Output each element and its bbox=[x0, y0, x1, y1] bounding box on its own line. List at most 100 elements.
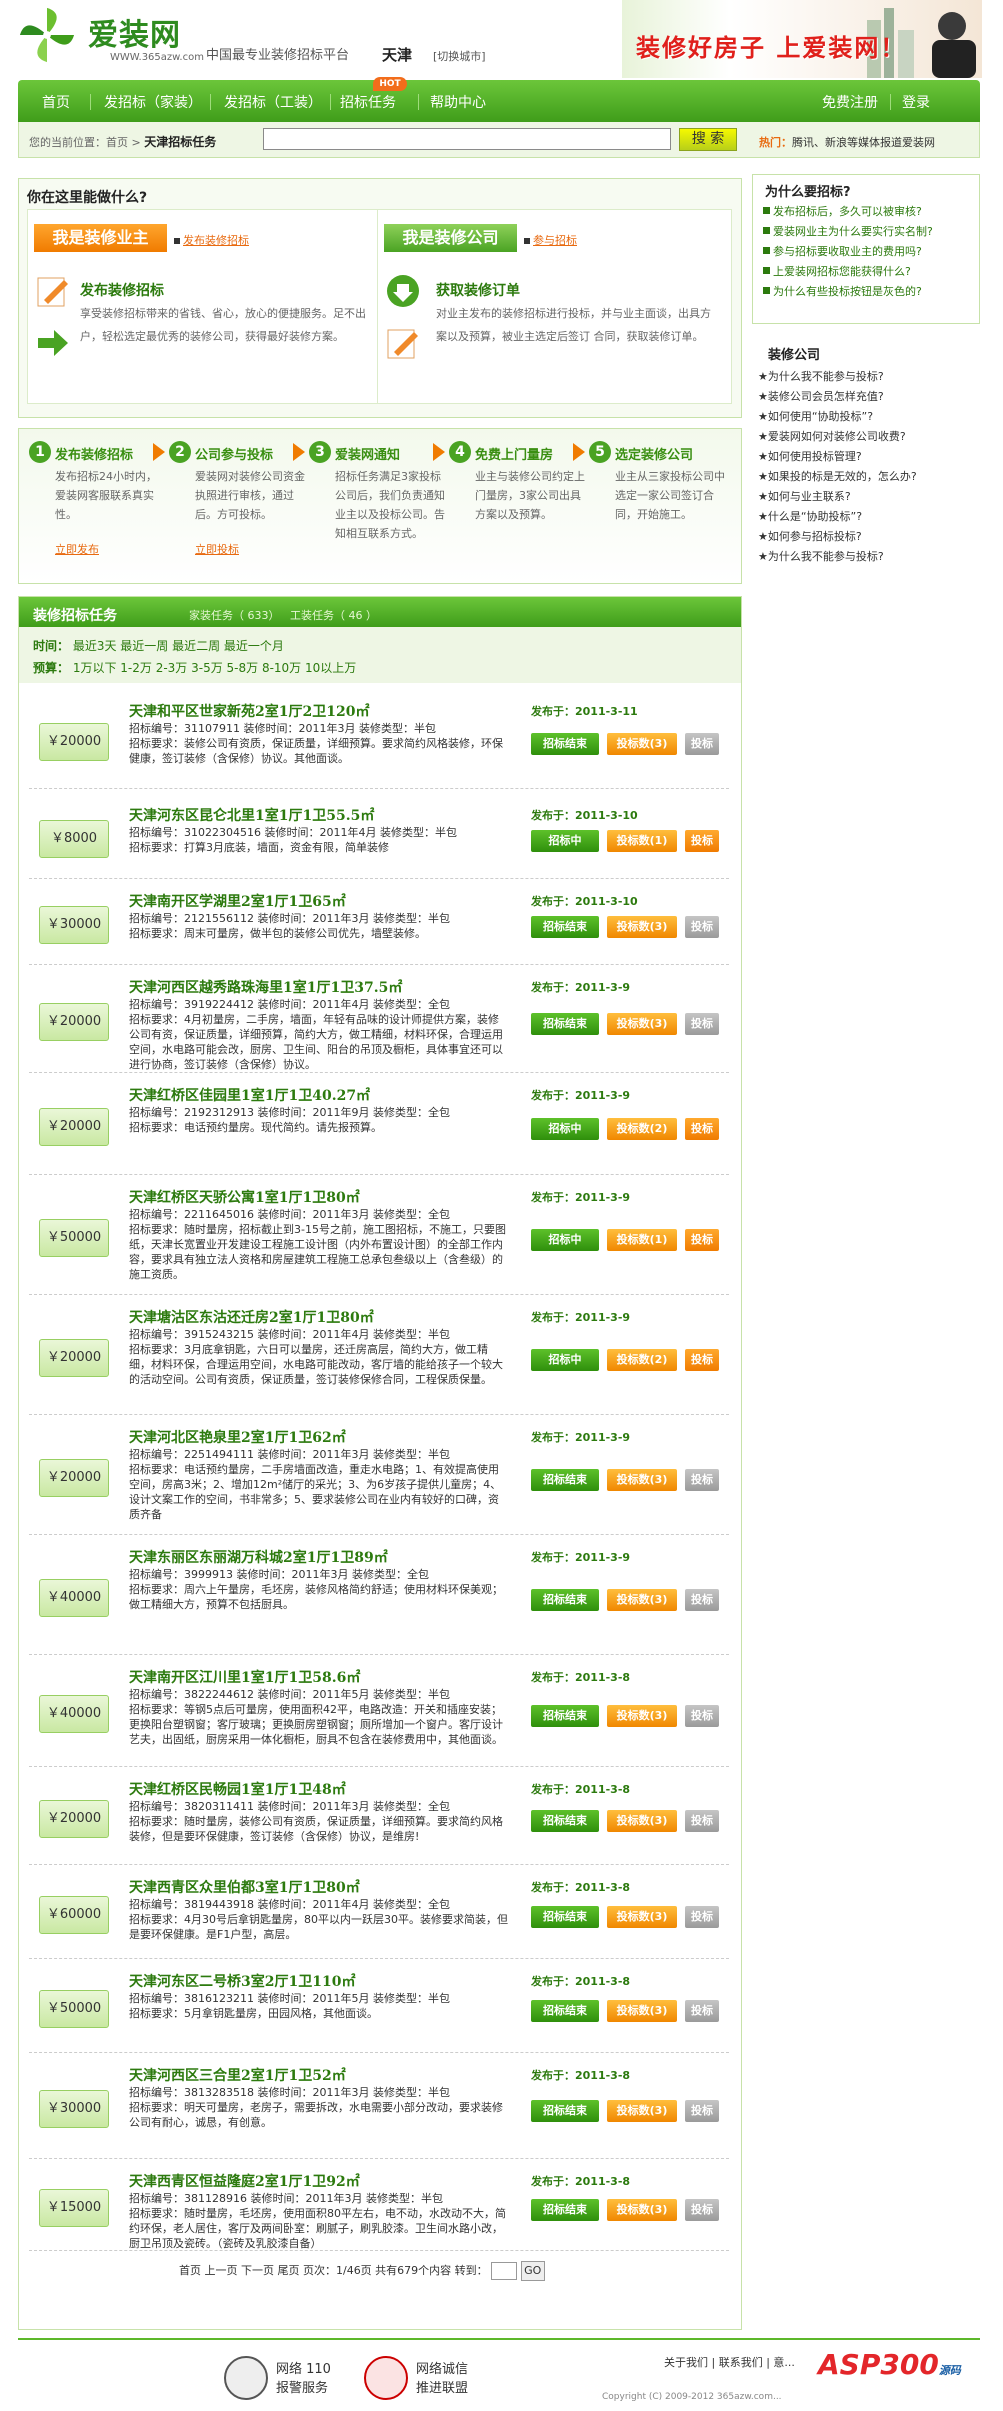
bid-button[interactable]: 投标 bbox=[685, 1589, 719, 1611]
time-filter[interactable]: 时间： 最近3天 最近一周 最近二周 最近一个月 bbox=[33, 637, 284, 654]
tab-home-tasks[interactable]: 家装任务（ 633） bbox=[189, 609, 280, 622]
task-title-link[interactable]: 天津红桥区佳园里1室1厅1卫40.27㎡ bbox=[129, 1085, 370, 1105]
page-go-button[interactable]: GO bbox=[520, 2261, 545, 2281]
bid-button[interactable]: 投标 bbox=[685, 733, 719, 755]
tender-status-button[interactable]: 招标结束 bbox=[531, 1589, 599, 1611]
owner-item-title[interactable]: 发布装修招标 bbox=[80, 280, 164, 300]
bid-button[interactable]: 投标 bbox=[685, 2199, 719, 2221]
task-title-link[interactable]: 天津西青区众里伯都3室1厅1卫80㎡ bbox=[129, 1877, 360, 1897]
bid-count-button[interactable]: 投标数(3) bbox=[607, 1810, 677, 1832]
hot-news[interactable]: 热门：腾讯、新浪等媒体报道爱装网 bbox=[759, 134, 935, 150]
budget-filter[interactable]: 预算： 1万以下 1-2万 2-3万 3-5万 5-8万 8-10万 10以上万 bbox=[33, 659, 356, 676]
bid-now-link[interactable]: 立即投标 bbox=[195, 541, 239, 557]
tender-status-button[interactable]: 招标结束 bbox=[531, 1469, 599, 1491]
bid-count-button[interactable]: 投标数(3) bbox=[607, 733, 677, 755]
company-item-title[interactable]: 获取装修订单 bbox=[436, 280, 520, 300]
bid-button[interactable]: 投标 bbox=[685, 830, 719, 852]
bid-button[interactable]: 投标 bbox=[685, 1705, 719, 1727]
bid-count-button[interactable]: 投标数(1) bbox=[607, 830, 677, 852]
bid-button[interactable]: 投标 bbox=[685, 2100, 719, 2122]
bid-button[interactable]: 投标 bbox=[685, 1349, 719, 1371]
tender-status-button[interactable]: 招标结束 bbox=[531, 2100, 599, 2122]
join-tender-link[interactable]: 参与招标 bbox=[524, 232, 577, 248]
task-title-link[interactable]: 天津红桥区民畅园1室1厅1卫48㎡ bbox=[129, 1779, 346, 1799]
faq-owner-item[interactable]: 参与招标要收取业主的费用吗? bbox=[763, 243, 933, 263]
bid-count-button[interactable]: 投标数(2) bbox=[607, 1349, 677, 1371]
bid-count-button[interactable]: 投标数(3) bbox=[607, 916, 677, 938]
tender-status-button[interactable]: 招标中 bbox=[531, 1229, 599, 1251]
nav-tender-tasks[interactable]: 招标任务 bbox=[340, 92, 396, 112]
search-input[interactable] bbox=[263, 128, 671, 150]
task-title-link[interactable]: 天津河北区艳泉里2室1厅1卫62㎡ bbox=[129, 1427, 346, 1447]
task-title-link[interactable]: 天津河东区二号桥3室2厅1卫110㎡ bbox=[129, 1971, 355, 1991]
faq-company-item[interactable]: ★什么是“协助投标”? bbox=[758, 508, 917, 528]
nav-home[interactable]: 首页 bbox=[42, 92, 70, 112]
bid-button[interactable]: 投标 bbox=[685, 1013, 719, 1035]
faq-owner-item[interactable]: 爱装网业主为什么要实行实名制? bbox=[763, 223, 933, 243]
faq-company-item[interactable]: ★爱装网如何对装修公司收费? bbox=[758, 428, 917, 448]
bid-button[interactable]: 投标 bbox=[685, 1906, 719, 1928]
faq-company-item[interactable]: ★如何参与招标投标? bbox=[758, 528, 917, 548]
tender-status-button[interactable]: 招标结束 bbox=[531, 733, 599, 755]
bid-button[interactable]: 投标 bbox=[685, 916, 719, 938]
faq-company-item[interactable]: ★为什么我不能参与投标? bbox=[758, 548, 917, 568]
faq-company-item[interactable]: ★如果投的标是无效的，怎么办? bbox=[758, 468, 917, 488]
faq-company-item[interactable]: ★如何与业主联系? bbox=[758, 488, 917, 508]
post-tender-link[interactable]: 发布装修招标 bbox=[174, 232, 249, 248]
bid-count-button[interactable]: 投标数(3) bbox=[607, 1705, 677, 1727]
task-title-link[interactable]: 天津河西区三合里2室1厅1卫52㎡ bbox=[129, 2065, 346, 2085]
nav-post-home-tender[interactable]: 发招标（家装） bbox=[104, 92, 202, 112]
tender-status-button[interactable]: 招标中 bbox=[531, 830, 599, 852]
time-filter-options[interactable]: 最近3天 最近一周 最近二周 最近一个月 bbox=[73, 639, 284, 653]
tender-status-button[interactable]: 招标结束 bbox=[531, 2000, 599, 2022]
bid-button[interactable]: 投标 bbox=[685, 1469, 719, 1491]
bid-button[interactable]: 投标 bbox=[685, 2000, 719, 2022]
faq-company-item[interactable]: ★为什么我不能参与投标? bbox=[758, 368, 917, 388]
search-button[interactable]: 搜 索 bbox=[679, 128, 737, 151]
owner-button[interactable]: 我是装修业主 bbox=[34, 224, 167, 252]
pager-text[interactable]: 首页 上一页 下一页 尾页 页次：1/46页 共有679个内容 转到： bbox=[179, 2264, 488, 2277]
faq-company-item[interactable]: ★装修公司会员怎样充值? bbox=[758, 388, 917, 408]
task-title-link[interactable]: 天津西青区恒益隆庭2室1厅1卫92㎡ bbox=[129, 2171, 360, 2191]
bid-count-button[interactable]: 投标数(3) bbox=[607, 1013, 677, 1035]
header-banner[interactable]: 装修好房子 上爱装网！ bbox=[622, 0, 982, 78]
task-title-link[interactable]: 天津南开区学湖里2室1厅1卫65㎡ bbox=[129, 891, 346, 911]
bid-count-button[interactable]: 投标数(3) bbox=[607, 2000, 677, 2022]
task-title-link[interactable]: 天津南开区江川里1室1厅1卫58.6㎡ bbox=[129, 1667, 360, 1687]
task-title-link[interactable]: 天津河东区昆仑北里1室1厅1卫55.5㎡ bbox=[129, 805, 374, 825]
bid-count-button[interactable]: 投标数(3) bbox=[607, 1906, 677, 1928]
bid-button[interactable]: 投标 bbox=[685, 1118, 719, 1140]
integrity-badge[interactable]: 网络诚信 推进联盟 bbox=[364, 2356, 484, 2402]
bid-count-button[interactable]: 投标数(1) bbox=[607, 1229, 677, 1251]
faq-owner-item[interactable]: 上爱装网招标您能获得什么? bbox=[763, 263, 933, 283]
bid-count-button[interactable]: 投标数(3) bbox=[607, 1589, 677, 1611]
tender-status-button[interactable]: 招标结束 bbox=[531, 1013, 599, 1035]
page-jump-input[interactable] bbox=[491, 2262, 518, 2280]
budget-filter-options[interactable]: 1万以下 1-2万 2-3万 3-5万 5-8万 8-10万 10以上万 bbox=[73, 661, 356, 675]
switch-city-link[interactable]: [切换城市] bbox=[433, 48, 486, 64]
company-button[interactable]: 我是装修公司 bbox=[384, 224, 517, 252]
faq-company-item[interactable]: ★如何使用投标管理? bbox=[758, 448, 917, 468]
tab-work-tasks[interactable]: 工装任务（ 46 ） bbox=[290, 609, 377, 622]
post-now-link[interactable]: 立即发布 bbox=[55, 541, 99, 557]
logo[interactable]: 爱装网 WWW.365azw.com bbox=[18, 6, 208, 66]
task-title-link[interactable]: 天津河西区越秀路珠海里1室1厅1卫37.5㎡ bbox=[129, 977, 402, 997]
login-link[interactable]: 登录 bbox=[902, 92, 930, 112]
bid-count-button[interactable]: 投标数(2) bbox=[607, 1118, 677, 1140]
tender-status-button[interactable]: 招标结束 bbox=[531, 1906, 599, 1928]
faq-owner-item[interactable]: 为什么有些投标按钮是灰色的? bbox=[763, 283, 933, 303]
faq-owner-item[interactable]: 发布招标后，多久可以被审核? bbox=[763, 203, 933, 223]
tender-status-button[interactable]: 招标结束 bbox=[531, 1810, 599, 1832]
task-title-link[interactable]: 天津塘沽区东沽还迁房2室1厅1卫80㎡ bbox=[129, 1307, 374, 1327]
footer-links[interactable]: 关于我们 | 联系我们 | 意... bbox=[664, 2354, 795, 2370]
bid-button[interactable]: 投标 bbox=[685, 1229, 719, 1251]
police-110-badge[interactable]: 网络 110 报警服务 bbox=[224, 2356, 344, 2402]
tender-status-button[interactable]: 招标中 bbox=[531, 1349, 599, 1371]
bid-button[interactable]: 投标 bbox=[685, 1810, 719, 1832]
bid-count-button[interactable]: 投标数(3) bbox=[607, 2199, 677, 2221]
nav-post-work-tender[interactable]: 发招标（工装） bbox=[224, 92, 322, 112]
faq-company-item[interactable]: ★如何使用“协助投标”? bbox=[758, 408, 917, 428]
task-title-link[interactable]: 天津红桥区天骄公寓1室1厅1卫80㎡ bbox=[129, 1187, 360, 1207]
nav-help-center[interactable]: 帮助中心 bbox=[430, 92, 486, 112]
bid-count-button[interactable]: 投标数(3) bbox=[607, 1469, 677, 1491]
